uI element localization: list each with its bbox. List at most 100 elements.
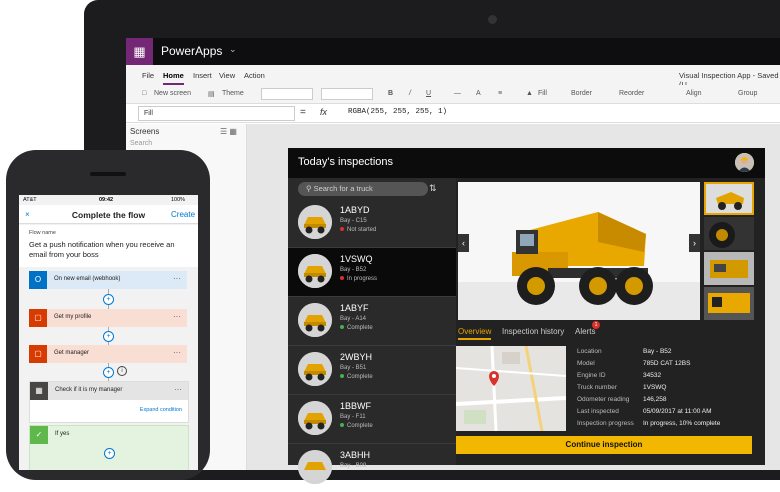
- list-item[interactable]: 2WBYH Bay - B51 Complete: [288, 346, 456, 395]
- list-item[interactable]: 1ABYF Bay - A14 Complete: [288, 297, 456, 346]
- truck-status: Complete: [340, 374, 373, 380]
- if-yes-label: If yes: [55, 431, 70, 437]
- sort-icon[interactable]: ⇅: [429, 183, 437, 194]
- list-item-selected[interactable]: 1VSWQ Bay - B52 In progress: [288, 248, 456, 297]
- italic-icon[interactable]: /: [409, 90, 411, 97]
- menu-file[interactable]: File: [142, 71, 154, 80]
- truck-list: ⚲ Search for a truck ⇅ 1ABYD Bay - C15 N…: [288, 178, 456, 484]
- flow-name-field[interactable]: Flow name Get a push notification when y…: [19, 225, 198, 267]
- truck-thumbnail: [298, 205, 332, 239]
- photo-thumbnail[interactable]: [704, 287, 754, 320]
- theme-button[interactable]: Theme: [222, 90, 244, 97]
- add-step-icon[interactable]: +: [104, 448, 115, 459]
- list-item[interactable]: 1BBWF Bay - F11 Complete: [288, 395, 456, 444]
- add-step-icon[interactable]: +: [103, 294, 114, 305]
- truck-bay: Bay - F11: [340, 414, 366, 420]
- list-item[interactable]: 3ABHH Bay - B09: [288, 444, 456, 492]
- truck-bay: Bay - A14: [340, 316, 367, 322]
- font-color-icon[interactable]: A: [476, 90, 481, 97]
- truck-detail: ‹ › Overview Inspection history Alerts 1: [456, 178, 765, 465]
- more-options-icon[interactable]: ···: [173, 274, 181, 283]
- menu-view[interactable]: View: [219, 71, 235, 80]
- more-options-icon[interactable]: ···: [173, 348, 181, 357]
- align-text-icon[interactable]: ≡: [498, 90, 502, 97]
- office-icon: ▢: [29, 345, 47, 363]
- truck-thumbnail: [298, 352, 332, 386]
- flow-step-condition[interactable]: ▦ Check if it is my manager ··· Expand c…: [29, 381, 189, 423]
- search-input[interactable]: ⚲ Search for a truck: [298, 182, 428, 196]
- theme-icon: ▤: [208, 91, 215, 98]
- truck-thumbnail: [298, 450, 332, 484]
- tab-alerts[interactable]: Alerts: [575, 327, 595, 336]
- font-size-dropdown[interactable]: [321, 88, 373, 100]
- list-item[interactable]: 1ABYD Bay - C15 Not started: [288, 199, 456, 248]
- create-button[interactable]: Create: [171, 210, 195, 219]
- outlook-icon: O: [29, 271, 47, 289]
- truck-status: In progress: [340, 276, 377, 282]
- expand-condition-link[interactable]: Expand condition: [140, 407, 182, 413]
- flow-step-get-manager[interactable]: ▢ Get manager ···: [29, 345, 187, 363]
- app-title: Today's inspections: [298, 156, 394, 168]
- group-button[interactable]: Group: [738, 90, 757, 97]
- chevron-right-icon[interactable]: ›: [689, 234, 700, 252]
- chevron-down-icon[interactable]: ⌄: [229, 44, 237, 55]
- photo-thumbnail[interactable]: [704, 217, 754, 250]
- phone-speaker: [90, 172, 126, 176]
- add-step-icon[interactable]: +: [103, 331, 114, 342]
- photo-thumbnail[interactable]: [704, 252, 754, 285]
- truck-thumbnail: [298, 303, 332, 337]
- avatar[interactable]: [735, 153, 754, 172]
- tab-inspection-history[interactable]: Inspection history: [502, 327, 564, 336]
- status-dot: [340, 374, 344, 379]
- font-dropdown[interactable]: [261, 88, 313, 100]
- new-screen-button[interactable]: New screen: [154, 90, 191, 97]
- status-dot: [340, 423, 344, 428]
- flow-step-trigger[interactable]: O On new email (webhook) ···: [29, 271, 187, 289]
- location-map[interactable]: [456, 346, 566, 431]
- truck-thumbnail: [298, 401, 332, 435]
- chevron-left-icon[interactable]: ‹: [458, 234, 469, 252]
- menu-insert[interactable]: Insert: [193, 71, 212, 80]
- more-options-icon[interactable]: ···: [173, 312, 181, 321]
- screens-search[interactable]: Search: [130, 140, 152, 147]
- equals-sign: =: [300, 107, 306, 118]
- align-button[interactable]: Align: [686, 90, 702, 97]
- truck-status: Complete: [340, 325, 373, 331]
- truck-bay: Bay - B09: [340, 463, 367, 469]
- flow-name-value: Get a push notification when you receive…: [29, 240, 175, 259]
- ribbon-menu: File Home Insert View Action Visual Insp…: [126, 65, 780, 89]
- flow-step-get-profile[interactable]: ▢ Get my profile ···: [29, 309, 187, 327]
- photo-thumbnail-selected[interactable]: [704, 182, 754, 215]
- fill-button[interactable]: Fill: [538, 90, 547, 97]
- phone-screen: AT&T 09:42 100% × Complete the flow Crea…: [19, 195, 198, 470]
- fx-icon[interactable]: fx: [320, 107, 327, 117]
- border-button[interactable]: Border: [571, 90, 592, 97]
- phone-time: 09:42: [99, 197, 114, 203]
- status-dot: [340, 325, 344, 330]
- if-yes-branch: ✓ If yes +: [29, 425, 189, 470]
- more-options-icon[interactable]: ···: [174, 385, 182, 394]
- bold-icon[interactable]: B: [388, 90, 393, 97]
- list-view-icon[interactable]: ☰ ▦: [220, 127, 237, 136]
- continue-inspection-button[interactable]: Continue inspection: [456, 436, 752, 454]
- underline-icon[interactable]: U: [426, 90, 431, 97]
- app-launcher-icon[interactable]: ▦: [126, 38, 153, 65]
- truck-id: 1ABYD: [340, 205, 370, 215]
- powerapps-topbar: ▦ PowerApps ⌄: [126, 38, 780, 65]
- add-step-icon[interactable]: +: [103, 367, 114, 378]
- truck-id: 1ABYF: [340, 303, 369, 313]
- formula-input[interactable]: RGBA(255, 255, 255, 1): [348, 108, 447, 116]
- status-dot: [340, 227, 344, 232]
- reorder-button[interactable]: Reorder: [619, 90, 644, 97]
- info-row: Last inspected 05/09/2017 at 11:00 AM: [577, 408, 712, 415]
- new-screen-icon: □: [142, 90, 147, 97]
- property-dropdown[interactable]: Fill: [138, 106, 295, 121]
- tab-overview[interactable]: Overview: [458, 327, 492, 340]
- menu-action[interactable]: Action: [244, 71, 265, 80]
- truck-bay: Bay - B52: [340, 267, 367, 273]
- menu-home[interactable]: Home: [163, 71, 184, 85]
- strikethrough-icon[interactable]: —: [454, 90, 461, 97]
- powerapps-brand[interactable]: PowerApps: [161, 44, 222, 58]
- info-icon[interactable]: i: [117, 366, 127, 376]
- phone-nav-bar: × Complete the flow Create: [19, 205, 198, 224]
